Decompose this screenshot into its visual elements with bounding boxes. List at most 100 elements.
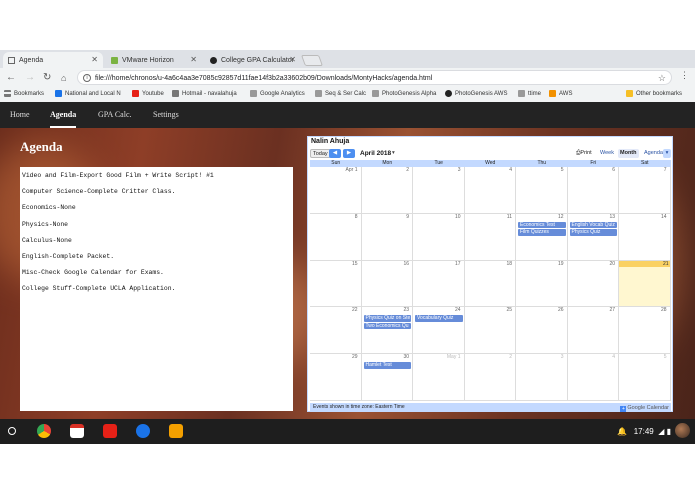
calendar-day-cell[interactable]: 2 bbox=[361, 167, 413, 214]
calendar-event[interactable]: Hamlet Test bbox=[363, 362, 411, 369]
calendar-day-cell[interactable]: 20 bbox=[567, 260, 619, 308]
bookmark-item[interactable]: National and Local N bbox=[55, 90, 121, 97]
calendar-day-cell[interactable]: 14 bbox=[619, 213, 671, 261]
avatar[interactable] bbox=[675, 423, 690, 438]
calendar-day-cell[interactable]: 4 bbox=[464, 167, 516, 214]
nav-gpa-calc[interactable]: GPA Calc. bbox=[98, 102, 132, 128]
calendar-event[interactable]: Two Economics Qu bbox=[363, 322, 411, 330]
tab-agenda[interactable]: Agenda ✕ bbox=[3, 52, 103, 68]
calendar-day-cell[interactable]: 4 bbox=[567, 354, 619, 401]
chrome-icon[interactable] bbox=[37, 424, 51, 438]
calendar-day-cell[interactable]: 8 bbox=[310, 213, 362, 261]
screen: { "browser": { "tabs": [ {"title": "Agen… bbox=[0, 0, 695, 494]
calendar-day-cell[interactable]: 7 bbox=[619, 167, 671, 214]
youtube-icon[interactable] bbox=[103, 424, 117, 438]
calendar-day-cell[interactable]: 5 bbox=[619, 354, 671, 401]
status-tray[interactable]: 🔔 17:49 ◢ ▮ bbox=[617, 419, 671, 444]
back-arrow-icon[interactable]: ← bbox=[6, 71, 16, 85]
day-number: 17 bbox=[454, 260, 461, 267]
calendar-grid: Apr 1 2 3 4 5 6 7 8 9 10 11 12 13 14 15 16 17 18 19 20 21 22 2… bbox=[310, 167, 671, 401]
calendar-day-cell[interactable]: 19 bbox=[516, 260, 568, 308]
today-button[interactable]: Today bbox=[310, 149, 331, 158]
calendar-day-cell[interactable]: 29 bbox=[310, 354, 362, 401]
new-tab-button[interactable] bbox=[300, 55, 324, 66]
forward-arrow-icon[interactable]: → bbox=[25, 71, 35, 85]
calendar-day-cell[interactable]: 13 bbox=[567, 213, 619, 261]
launcher-icon[interactable] bbox=[8, 427, 16, 435]
print-label: Print bbox=[580, 150, 592, 156]
view-month-tab[interactable]: Month bbox=[618, 149, 639, 158]
day-number: 15 bbox=[351, 260, 358, 267]
reload-icon[interactable]: ↻ bbox=[43, 71, 51, 85]
next-month-button[interactable]: ▶ bbox=[343, 149, 355, 158]
calendar-day-cell[interactable]: 10 bbox=[413, 213, 465, 261]
calendar-day-cell[interactable]: 12 bbox=[516, 213, 568, 261]
view-agenda-tab[interactable]: Agenda bbox=[642, 149, 665, 158]
bookmark-item[interactable]: Hotmail - navalahuja bbox=[172, 90, 237, 97]
calendar-day-cell[interactable]: 16 bbox=[361, 260, 413, 308]
network-icon: ◢ bbox=[653, 427, 667, 436]
calendar-day-cell[interactable]: 26 bbox=[516, 307, 568, 355]
bookmark-star-icon[interactable]: ☆ bbox=[658, 71, 666, 84]
calendar-day-cell[interactable]: May 1 bbox=[413, 354, 465, 401]
tab-vmware[interactable]: VMware Horizon ✕ bbox=[106, 52, 202, 68]
bookmark-item[interactable]: Seq & Ser Calc bbox=[315, 90, 366, 97]
bookmark-item[interactable]: Google Analytics bbox=[250, 90, 305, 97]
calendar-day-cell[interactable]: 28 bbox=[619, 307, 671, 355]
files-icon[interactable] bbox=[136, 424, 150, 438]
calendar-day-cell[interactable]: 18 bbox=[464, 260, 516, 308]
view-week-tab[interactable]: Week bbox=[598, 149, 616, 158]
close-icon[interactable]: ✕ bbox=[190, 55, 197, 64]
calendar-event[interactable]: Film Quizzes bbox=[518, 229, 566, 236]
bookmark-label: ttime bbox=[528, 90, 542, 97]
calendar-day-cell[interactable]: 11 bbox=[464, 213, 516, 261]
calendar-day-cell[interactable]: 6 bbox=[567, 167, 619, 214]
calendar-day-cell[interactable]: 21 bbox=[619, 260, 671, 308]
apps-bookmark[interactable]: Bookmarks bbox=[4, 90, 44, 97]
calendar-day-cell[interactable]: 25 bbox=[464, 307, 516, 355]
calendar-event[interactable]: Economics Test bbox=[518, 221, 566, 229]
home-icon[interactable]: ⌂ bbox=[61, 71, 66, 85]
crosh-icon[interactable] bbox=[169, 424, 183, 438]
menu-icon[interactable]: ⋮ bbox=[680, 70, 689, 81]
prev-month-button[interactable]: ◀ bbox=[329, 149, 341, 158]
calendar-day-cell[interactable]: 15 bbox=[310, 260, 362, 308]
calendar-day-cell[interactable]: 5 bbox=[516, 167, 568, 214]
tab-gpa-calculator[interactable]: College GPA Calculator ✕ bbox=[205, 52, 301, 68]
other-bookmarks[interactable]: Other bookmarks bbox=[626, 90, 682, 97]
bookmark-item[interactable]: PhotoGenesis Alpha bbox=[372, 90, 436, 97]
nav-settings[interactable]: Settings bbox=[153, 102, 179, 128]
calendar-day-cell[interactable]: 2 bbox=[464, 354, 516, 401]
google-calendar-link[interactable]: + Google Calendar bbox=[620, 404, 669, 413]
bookmark-item[interactable]: PhotoGenesis AWS bbox=[445, 90, 507, 97]
bookmark-item[interactable]: AWS bbox=[549, 90, 572, 97]
chevron-down-icon[interactable]: ▾ bbox=[663, 149, 671, 158]
apps-grid-icon bbox=[4, 90, 11, 97]
agenda-notes-textarea[interactable]: Video and Film-Export Good Film + Write … bbox=[20, 167, 293, 411]
nav-agenda[interactable]: Agenda bbox=[50, 102, 77, 128]
calendar-day-cell[interactable]: 17 bbox=[413, 260, 465, 308]
calendar-event[interactable]: Physics Quiz on Ste bbox=[363, 315, 411, 322]
gmail-icon[interactable] bbox=[70, 424, 84, 438]
print-button[interactable]: ⎙Print bbox=[574, 149, 594, 158]
day-number: 19 bbox=[557, 260, 564, 267]
info-icon[interactable]: i bbox=[83, 74, 91, 82]
nav-home[interactable]: Home bbox=[10, 102, 30, 128]
chevron-down-icon[interactable]: ▾ bbox=[390, 149, 397, 158]
bookmark-item[interactable]: Youtube bbox=[132, 90, 164, 97]
bookmark-item[interactable]: ttime bbox=[518, 90, 541, 97]
calendar-day-cell[interactable]: 27 bbox=[567, 307, 619, 355]
calendar-event[interactable]: Vocabulary Quiz bbox=[415, 315, 463, 322]
tab-title: Agenda bbox=[19, 56, 44, 64]
calendar-day-cell[interactable]: 9 bbox=[361, 213, 413, 261]
bookmark-label: AWS bbox=[559, 90, 573, 97]
calendar-event[interactable]: Physics Quiz bbox=[569, 229, 617, 236]
calendar-event[interactable]: English Vocab Quiz bbox=[569, 221, 617, 229]
address-bar[interactable]: i file:///home/chronos/u-4a6c4aa3e7085c9… bbox=[77, 70, 672, 85]
calendar-day-cell[interactable]: 3 bbox=[413, 167, 465, 214]
close-icon[interactable]: ✕ bbox=[91, 55, 98, 64]
close-icon[interactable]: ✕ bbox=[289, 55, 296, 64]
calendar-day-cell[interactable]: 22 bbox=[310, 307, 362, 355]
calendar-day-cell[interactable]: 3 bbox=[516, 354, 568, 401]
calendar-day-cell[interactable]: Apr 1 bbox=[310, 167, 362, 214]
